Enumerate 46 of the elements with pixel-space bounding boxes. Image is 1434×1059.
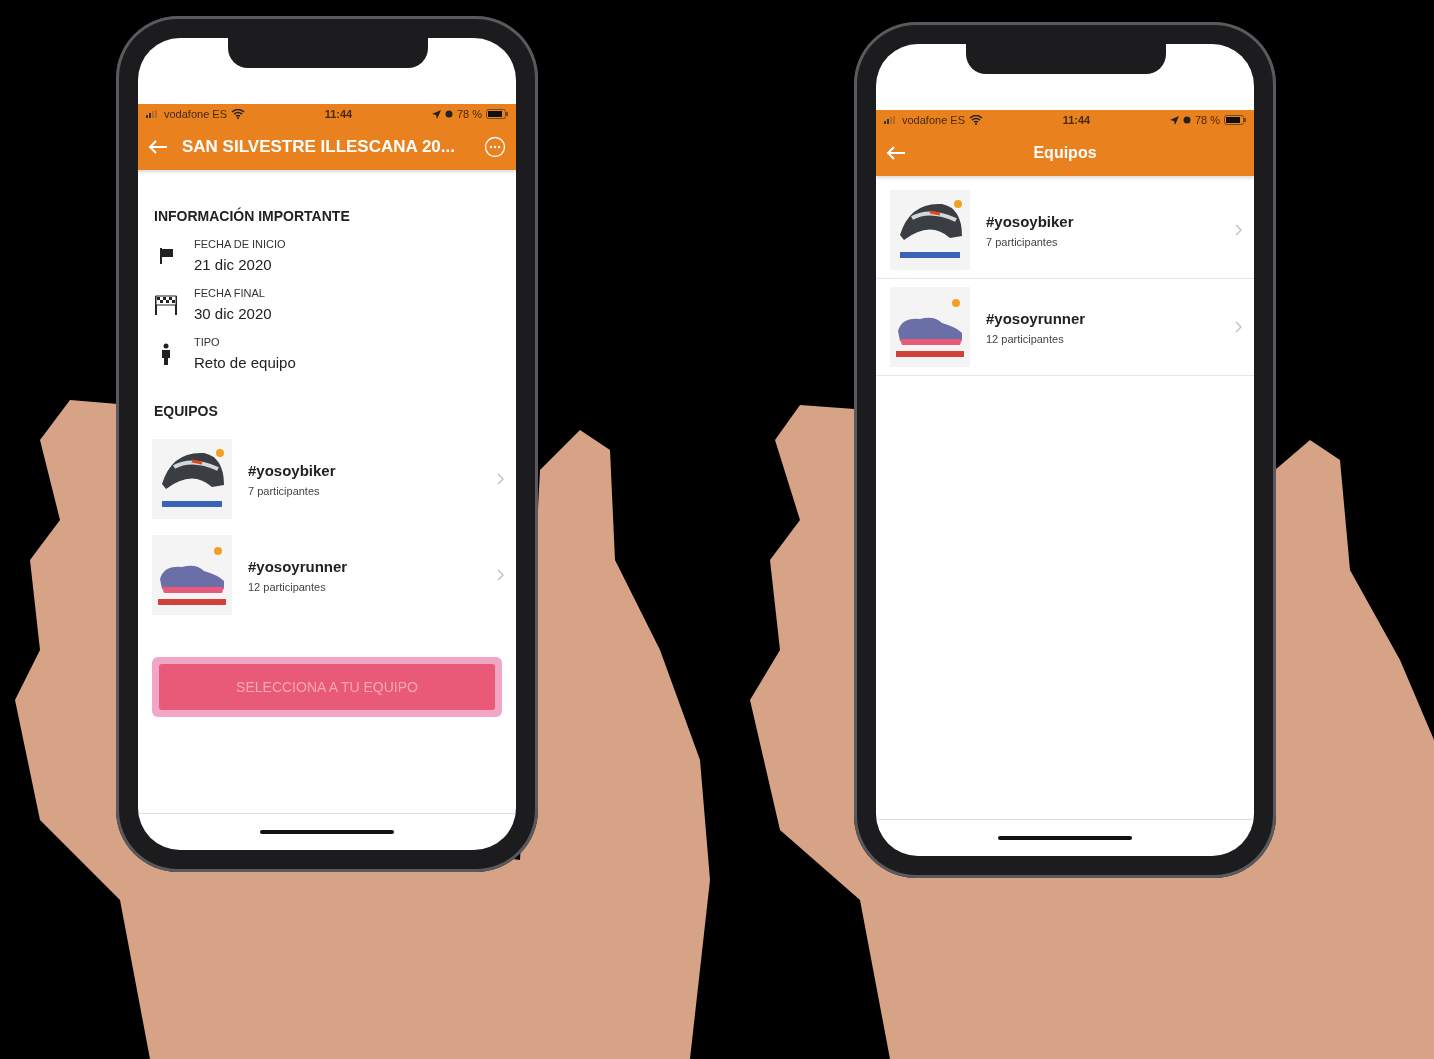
field-value: Reto de equipo [194, 354, 296, 371]
home-indicator[interactable] [998, 836, 1132, 840]
field-label: FECHA FINAL [194, 287, 266, 299]
battery-percent: 78 % [1194, 114, 1220, 126]
participant-count: 12 participantes [986, 332, 1065, 345]
clock-time: 11:44 [324, 108, 353, 120]
team-name: #yosoybiker [248, 461, 337, 479]
screen-title: SAN SILVESTRE ILLESCANA 20... [182, 137, 456, 157]
field-value: 21 dic 2020 [194, 256, 273, 273]
clock-time: 11:44 [1062, 114, 1091, 126]
team-name: #yosoyrunner [986, 309, 1087, 327]
chevron-icon [1235, 224, 1242, 236]
home-indicator[interactable] [260, 830, 394, 834]
team-name: #yosoybiker [986, 212, 1075, 230]
participant-count: 7 participantes [986, 235, 1059, 248]
alarm-icon [1182, 116, 1191, 124]
carrier-name: vodafone ES [902, 114, 965, 126]
battery-icon [486, 109, 508, 119]
back-button[interactable] [886, 146, 906, 160]
field-label: FECHA DE INICIO [194, 238, 286, 250]
checkered-flag-icon [154, 292, 178, 317]
chevron-icon [1235, 321, 1242, 333]
screen-title: Equipos [1032, 144, 1098, 162]
chevron-icon [497, 569, 504, 581]
location-arrow-icon [1169, 115, 1179, 125]
field-label: TIPO [194, 336, 221, 348]
field-value: 30 dic 2020 [194, 305, 272, 322]
chevron-icon [497, 473, 504, 485]
team-name: #yosoyrunner [248, 557, 349, 575]
wifi-icon [231, 109, 245, 119]
alarm-icon [444, 110, 453, 118]
back-button[interactable] [148, 140, 168, 154]
wifi-icon [969, 115, 983, 125]
location-arrow-icon [431, 109, 441, 119]
section-heading: INFORMACIÓN IMPORTANTE [154, 208, 351, 224]
signal-icon [146, 110, 160, 118]
battery-percent: 78 % [456, 108, 482, 120]
flag-icon [157, 246, 175, 265]
carrier-name: vodafone ES [164, 108, 227, 120]
participant-count: 7 participantes [248, 484, 321, 497]
participant-count: 12 participantes [248, 580, 327, 593]
signal-icon [884, 116, 898, 124]
more-options-button[interactable] [484, 136, 506, 158]
person-icon [161, 342, 171, 365]
section-heading: EQUIPOS [154, 403, 219, 419]
battery-icon [1224, 115, 1246, 125]
